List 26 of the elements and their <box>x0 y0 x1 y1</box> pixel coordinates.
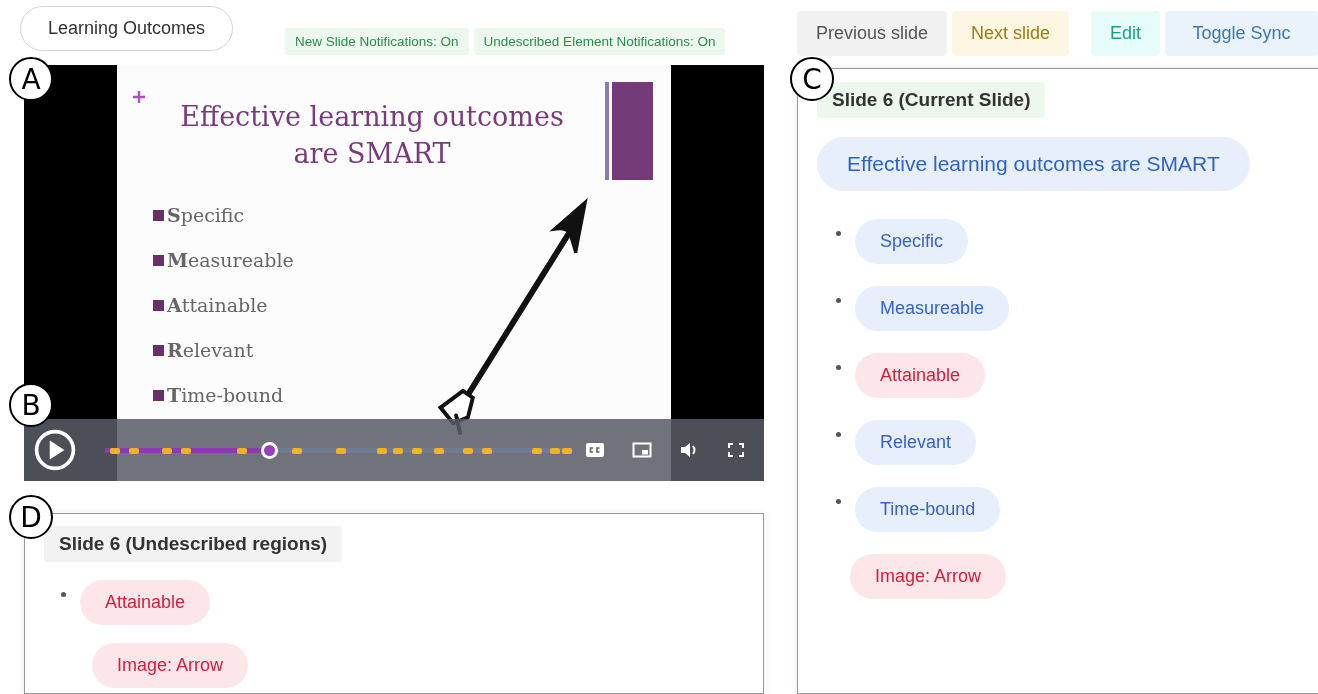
callout-label: B <box>9 383 53 427</box>
slide-title: Effective learning outcomes are SMART <box>179 100 565 171</box>
toggle-sync-button[interactable]: Toggle Sync <box>1165 11 1318 56</box>
element-tag[interactable]: Time-bound <box>855 487 1001 532</box>
slide-title-tag[interactable]: Effective learning outcomes are SMART <box>817 137 1250 191</box>
slide-bullet: Time-bound <box>167 384 284 406</box>
notification-badge: New Slide Notifications: On <box>285 28 469 55</box>
image-tag[interactable]: Image: Arrow <box>92 643 249 688</box>
callout-label: A <box>9 57 53 101</box>
element-tag[interactable]: Attainable <box>80 580 211 625</box>
element-tag[interactable]: Relevant <box>855 420 977 465</box>
element-tag[interactable]: Measureable <box>855 286 1010 331</box>
element-tag[interactable]: Attainable <box>855 353 986 398</box>
next-slide-button[interactable]: Next slide <box>952 11 1070 56</box>
callout-label: D <box>9 495 53 539</box>
learning-outcomes-button[interactable]: Learning Outcomes <box>20 6 233 51</box>
notification-badge: Undescribed Element Notifications: On <box>473 28 726 55</box>
edit-button[interactable]: Edit <box>1091 11 1161 56</box>
element-tag[interactable]: Specific <box>855 219 969 264</box>
slide-bullet: Specific <box>167 204 245 226</box>
slide-bullet: Attainable <box>167 294 268 316</box>
previous-slide-button[interactable]: Previous slide <box>797 11 948 56</box>
image-tag[interactable]: Image: Arrow <box>850 554 1007 599</box>
panel-heading: Slide 6 (Undescribed regions) <box>44 526 343 562</box>
slide-bullet: Measureable <box>167 249 294 271</box>
slide-bullet: Relevant <box>167 339 254 361</box>
